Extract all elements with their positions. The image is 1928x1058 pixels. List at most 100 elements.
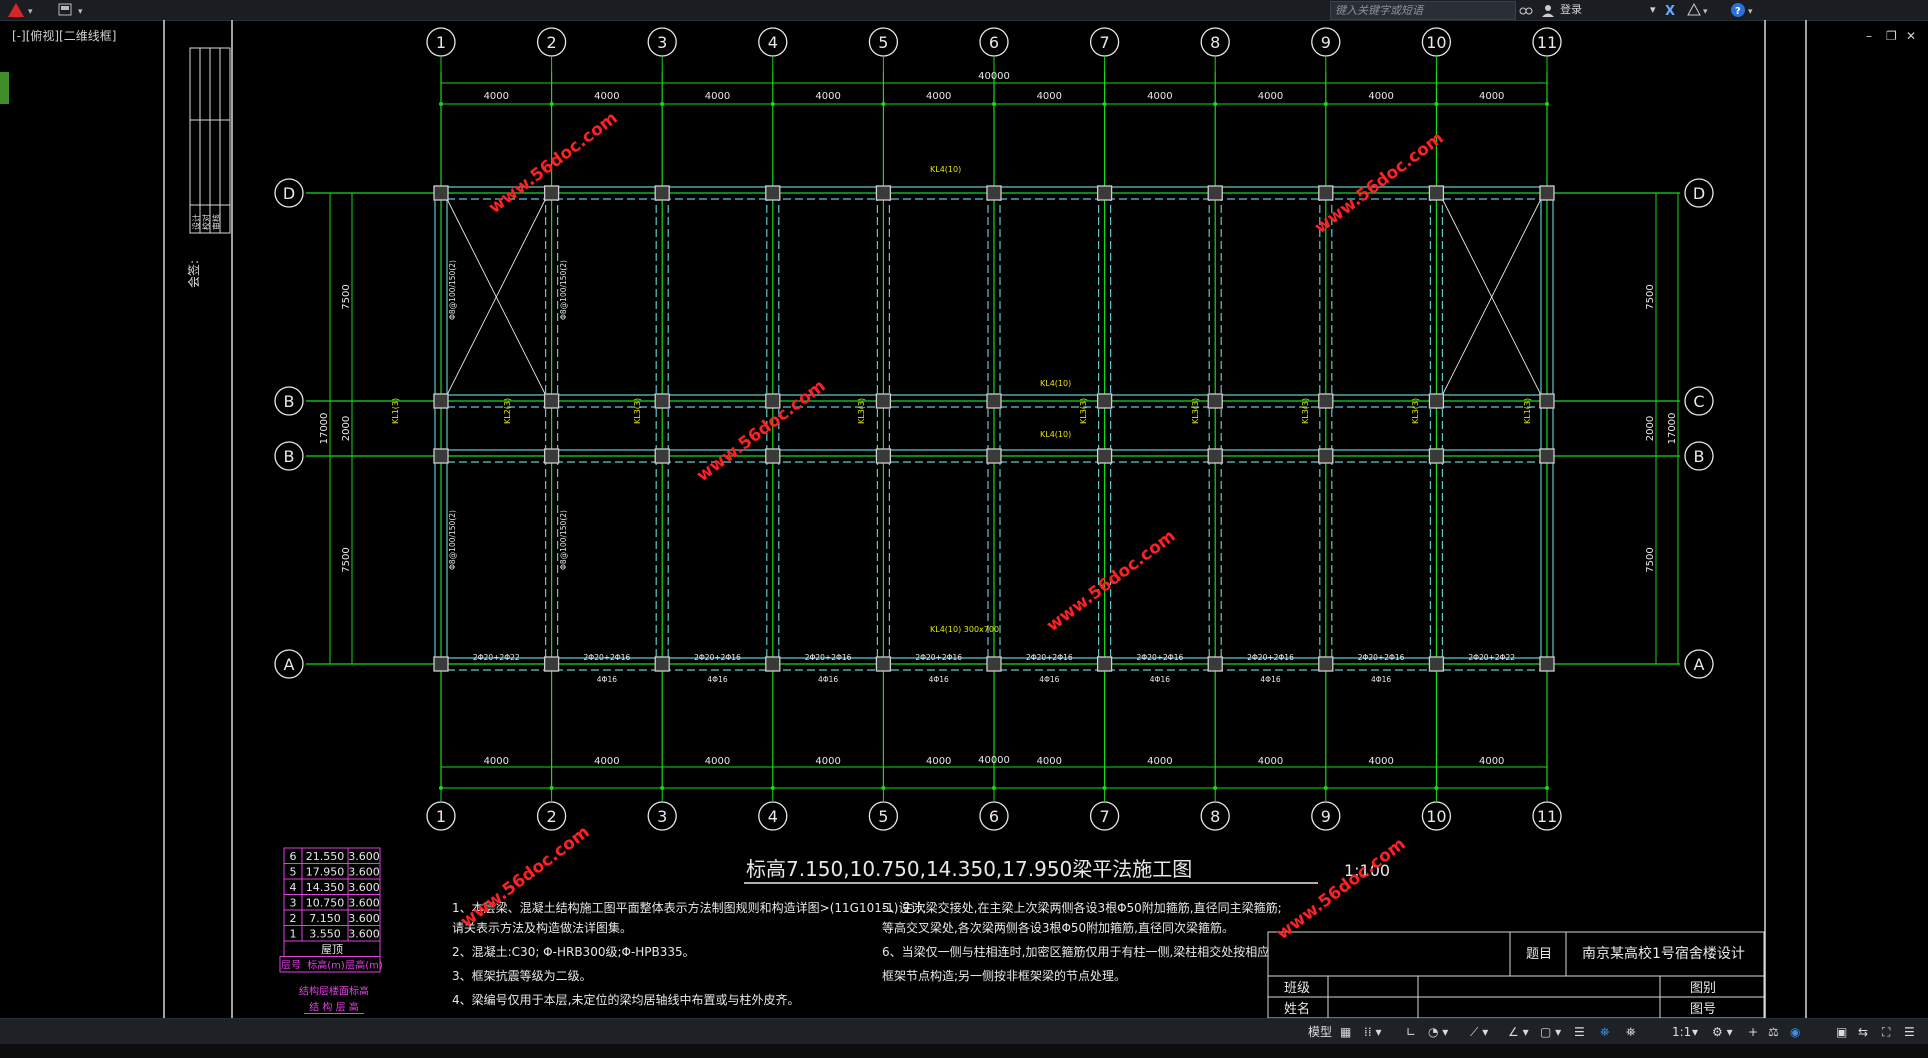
svg-text:1、本层梁、混凝土结构施工图平面整体表示方法制图规则和构造详: 1、本层梁、混凝土结构施工图平面整体表示方法制图规则和构造详图>(11G101-… [452,900,926,915]
span-dimension: 4000 [1147,91,1172,102]
rebar-label: 2Φ20+2Φ16 [1358,653,1405,662]
axis-label-column: 1 [436,33,446,52]
beam-label: KL4(10) [930,165,961,174]
total-vertical-dimension: 17000 [319,413,330,445]
svg-text:2、混凝土:C30; Φ-HRB300级;Φ-HPB335。: 2、混凝土:C30; Φ-HRB300级;Φ-HPB335。 [452,944,695,959]
rebar-label: 4Φ16 [707,675,727,684]
span-dimension: 4000 [594,756,619,767]
axis-label-column: 7 [1100,807,1110,826]
column [1096,393,1113,409]
column [433,185,449,201]
span-dimension: 4000 [1479,756,1504,767]
axis-label-column: 7 [1100,33,1110,52]
scale-display[interactable]: 1:1 [1672,1023,1691,1041]
stamp-label: 校对 [201,214,211,230]
plus-icon[interactable]: + [1748,1023,1758,1041]
axis-label-column: 2 [547,33,557,52]
table-cell: 3 [290,897,297,910]
drawing-type-label: 图别 [1690,981,1716,996]
span-dimension: 4000 [815,756,840,767]
scale-dropdown-icon[interactable]: ▾ [1692,1023,1698,1041]
span-dimension: 4000 [926,91,951,102]
span-dimension: 4000 [1147,756,1172,767]
dim-tick [1323,786,1328,790]
lineweight-icon[interactable]: ☰ [1574,1023,1585,1041]
beam-label: KL3(3) [1079,398,1088,424]
rebar-label: 2Φ20+2Φ16 [1026,653,1073,662]
column [654,448,670,464]
isolate-icon[interactable]: ⚖ [1768,1023,1779,1041]
axis-label-column: 6 [989,807,999,826]
column [543,185,560,201]
column [433,448,449,464]
column [765,448,781,464]
dim-tick [1545,786,1549,790]
properties-icon[interactable]: ⇆ [1858,1023,1868,1041]
table-cell: 1 [290,928,297,941]
column [1207,656,1223,672]
table-caption: 结构层楼面标高 [299,985,369,998]
dim-tick [660,102,665,106]
column [765,185,781,201]
dim-tick [881,102,886,106]
vertical-dimension: 7500 [1645,547,1656,572]
beam-label: KL1(3) [391,398,400,424]
column [1096,185,1113,201]
table-cell: 3.600 [348,912,380,925]
dim-tick [1102,102,1107,106]
table-cell: 3.600 [348,850,380,863]
axis-label-column: 3 [657,33,667,52]
svg-text:www.56doc.com: www.56doc.com [1273,834,1410,944]
svg-text:www.56doc.com: www.56doc.com [1311,128,1448,238]
axis-label-row: C [1693,392,1704,411]
workspace-gear-icon[interactable]: ⚙ ▾ [1712,1023,1733,1041]
fullscreen-icon[interactable]: ⛶ [1882,1023,1890,1041]
dynamic-input-icon[interactable]: ▢ ▾ [1540,1023,1561,1041]
column [1318,393,1334,409]
dim-tick [992,786,996,790]
project-name: 南京某高校1号宿舍楼设计 [1582,945,1745,962]
beam-label: KL3(3) [1411,398,1420,424]
dim-tick [881,786,886,790]
rebar-label: 2Φ20+2Φ22 [1468,653,1515,662]
hardware-accel-icon[interactable]: ◉ [1790,1023,1800,1041]
dim-tick [549,102,554,106]
command-line[interactable] [0,1044,1928,1058]
otrack-icon[interactable]: ∠ ▾ [1508,1023,1529,1041]
dim-tick [1213,786,1218,790]
osnap-icon[interactable]: ⟋ ▾ [1470,1023,1488,1041]
annotation-visibility-icon[interactable]: ⛯ [1600,1023,1610,1041]
clean-screen-icon[interactable]: ▣ [1836,1023,1847,1041]
column [1539,393,1555,409]
axis-label-row: B [284,392,295,411]
customize-icon[interactable]: ☰ [1904,1023,1915,1041]
dim-tick [1323,102,1328,106]
column [654,185,670,201]
polar-icon[interactable]: ◔ ▾ [1428,1023,1448,1041]
title-label: 题目 [1526,947,1552,962]
vertical-dimension: 7500 [341,284,352,309]
axis-label-row: A [1694,655,1705,674]
rebar-label: 4Φ16 [597,675,617,684]
svg-text:框架节点构造;另一侧按非框架梁的节点处理。: 框架节点构造;另一侧按非框架梁的节点处理。 [882,968,1126,983]
dim-tick [439,102,443,106]
annotation-scale-icon[interactable]: ⛯ [1626,1023,1636,1041]
drawing-no-label: 图号 [1690,1002,1716,1017]
axis-label-column: 5 [878,807,888,826]
drawing-canvas[interactable]: 会签: 设计 校对 审核 40000 4000 4000 4000 4000 4000 40… [0,0,1928,1018]
total-dimension: 40000 [978,71,1010,82]
grid-icon[interactable]: ▦ [1340,1023,1351,1041]
table-cell: 14.350 [306,881,345,894]
axis-label-column: 5 [878,33,888,52]
beam-label: KL1(3) [1523,398,1532,424]
svg-text:www.56doc.com: www.56doc.com [693,376,830,486]
column [1096,656,1113,672]
stirrup-label: Φ8@100/150(2) [559,510,568,570]
ortho-icon[interactable]: ∟ [1406,1023,1416,1041]
span-dimension: 4000 [1037,756,1062,767]
table-cell: 2 [290,912,297,925]
stamp-label: 设计 [191,214,201,230]
snap-icon[interactable]: ⁞⁞ ▾ [1364,1023,1381,1041]
column [1539,185,1555,201]
model-tab[interactable]: 模型 [1308,1023,1332,1041]
